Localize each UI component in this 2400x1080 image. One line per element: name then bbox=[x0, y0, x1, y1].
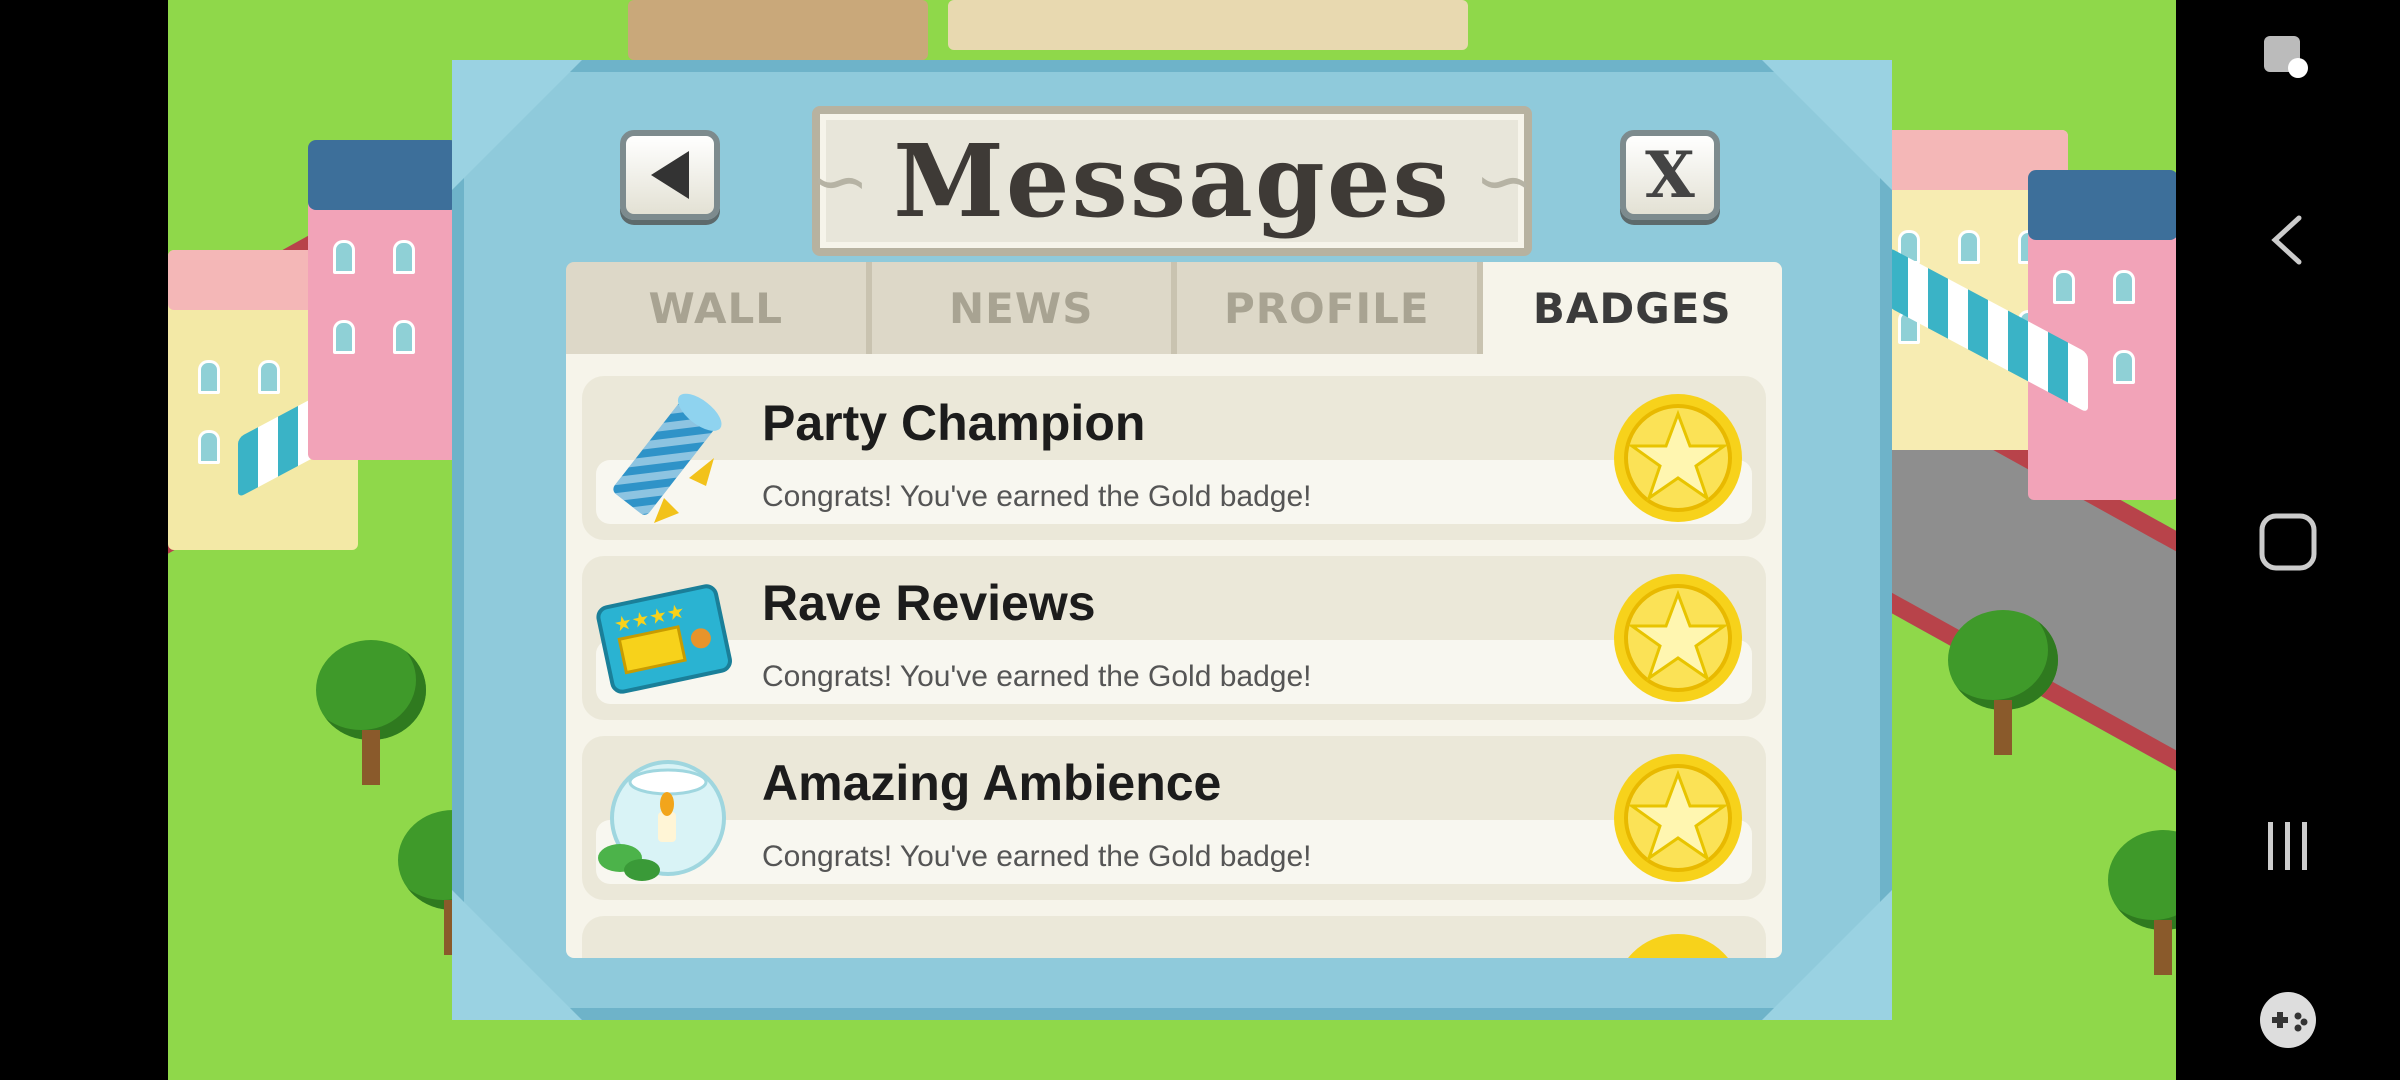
page-title: Messages bbox=[893, 122, 1451, 240]
tab-profile[interactable]: PROFILE bbox=[1177, 262, 1483, 354]
badge-name: Amazing Ambience bbox=[762, 755, 1222, 811]
close-icon: X bbox=[1645, 137, 1695, 213]
gold-star-badge-icon bbox=[1614, 754, 1742, 882]
close-button[interactable]: X bbox=[1620, 130, 1720, 220]
title-plate: ∽ Messages ∽ bbox=[810, 106, 1534, 256]
tab-news[interactable]: NEWS bbox=[872, 262, 1177, 354]
building bbox=[948, 0, 1468, 50]
messages-dialog: ∽ Messages ∽ X WALL NEWS PROFILE BADGES bbox=[452, 60, 1892, 1020]
badge-name: Rave Reviews bbox=[762, 575, 1096, 631]
system-navigation-bar bbox=[2176, 0, 2400, 1080]
tab-wall[interactable]: WALL bbox=[566, 262, 872, 354]
list-item[interactable]: Amazing Ambience Congrats! You've earned… bbox=[582, 736, 1766, 900]
game-controller-icon[interactable] bbox=[2248, 980, 2328, 1060]
swirl-ornament-icon: ∽ bbox=[810, 140, 870, 222]
tree bbox=[316, 640, 426, 790]
badge-description: Congrats! You've earned the Gold badge! bbox=[762, 660, 1312, 693]
back-button[interactable] bbox=[620, 130, 720, 220]
home-icon[interactable] bbox=[2248, 502, 2328, 582]
swirl-ornament-icon: ∽ bbox=[1474, 140, 1534, 222]
tree bbox=[2108, 830, 2176, 980]
badge-description: Congrats! You've earned the Gold badge! bbox=[762, 480, 1312, 513]
badge-description: Congrats! You've earned the Gold badge! bbox=[762, 840, 1312, 873]
tree bbox=[1948, 610, 2058, 760]
screen-record-icon[interactable] bbox=[2248, 16, 2328, 96]
party-horn-icon bbox=[613, 393, 722, 523]
building bbox=[308, 140, 458, 460]
badge-name: Party Champion bbox=[762, 395, 1146, 451]
list-item[interactable]: Party Champion Congrats! You've earned t… bbox=[582, 376, 1766, 540]
tab-bar: WALL NEWS PROFILE BADGES bbox=[566, 262, 1782, 354]
gold-star-badge-icon bbox=[1628, 934, 1728, 958]
gold-star-badge-icon bbox=[1614, 574, 1742, 702]
recents-icon[interactable] bbox=[2248, 806, 2328, 886]
badge-list[interactable]: Party Champion Congrats! You've earned t… bbox=[566, 354, 1782, 958]
list-item[interactable] bbox=[582, 916, 1766, 958]
review-card-icon: ★★★★ bbox=[596, 584, 732, 694]
gold-star-badge-icon bbox=[1614, 394, 1742, 522]
tab-badges[interactable]: BADGES bbox=[1482, 262, 1782, 354]
back-arrow-icon bbox=[651, 151, 689, 199]
list-item[interactable]: ★★★★ Rave Reviews Congrats! You've earne… bbox=[582, 556, 1766, 720]
building bbox=[628, 0, 928, 60]
back-icon[interactable] bbox=[2248, 200, 2328, 280]
candle-bowl-icon bbox=[598, 760, 726, 881]
